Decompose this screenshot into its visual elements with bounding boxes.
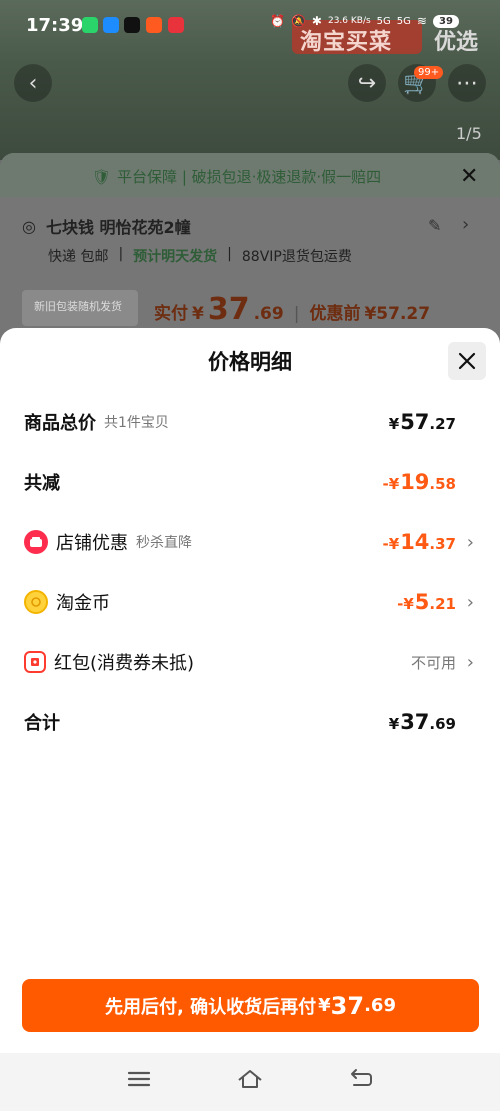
sheet-title: 价格明细 — [208, 350, 292, 374]
total-value: ¥ 57 .27 — [389, 410, 456, 434]
close-icon-back: ✕ — [460, 164, 479, 189]
vip-return: 88VIP退货包运费 — [241, 249, 352, 265]
wifi-icon: ≋ — [416, 14, 427, 28]
cta-yen: ¥ — [318, 995, 331, 1016]
status-time: 17:39 — [26, 15, 84, 36]
image-pager: 1/5 — [456, 124, 482, 143]
reduce-label: 共减 — [24, 473, 60, 494]
mute-icon: 🔕 — [290, 14, 306, 28]
status-bar: 17:39 ⏰ 🔕 ✱ 23.6 KB/s 5G 5G ≋ 39 — [0, 0, 500, 50]
chevron-right-icon: › — [466, 651, 474, 673]
ship-method: 快递 包邮 — [48, 249, 109, 265]
paid-summary: 实付 ¥ 37 .69 | 优惠前 ¥57.27 — [154, 292, 431, 327]
total-label: 商品总价 — [24, 413, 96, 434]
menu-icon[interactable] — [126, 1068, 152, 1094]
row-sum: 合计 ¥ 37 .69 — [24, 702, 476, 742]
reduce-yen: ¥ — [388, 475, 400, 493]
more-icon[interactable]: ⋯ — [448, 64, 486, 102]
wechat-icon — [82, 17, 98, 33]
paid-label: 实付 — [154, 304, 188, 324]
total-int: 57 — [400, 410, 430, 434]
total-yen: ¥ — [388, 415, 400, 433]
net-speed: 23.6 KB/s — [327, 16, 371, 26]
coin-dec: .21 — [429, 595, 456, 613]
sum-int: 37 — [400, 710, 430, 734]
before-label: 优惠前 — [309, 304, 361, 324]
shop-icon — [24, 530, 48, 554]
sum-label: 合计 — [24, 713, 60, 734]
share-icon[interactable]: ↪ — [348, 64, 386, 102]
chevron-right-icon: › — [462, 214, 470, 235]
shop-yen: ¥ — [388, 535, 400, 553]
coin-value: - ¥ 5 .21 — [397, 590, 456, 614]
status-right: ⏰ 🔕 ✱ 23.6 KB/s 5G 5G ≋ 39 — [270, 14, 459, 28]
back-nav-icon[interactable] — [348, 1068, 374, 1094]
app-icon-2 — [168, 17, 184, 33]
bluetooth-icon: ✱ — [311, 14, 322, 28]
sum-yen: ¥ — [388, 715, 400, 733]
shield-icon: 🛡 — [92, 167, 112, 186]
total-dec: .27 — [429, 415, 456, 433]
total-sub: 共1件宝贝 — [104, 415, 169, 431]
paid-int: 37 — [207, 292, 250, 327]
pay-later-button[interactable]: 先用后付, 确认收货后再付 ¥ 37 .69 — [22, 979, 479, 1032]
signal-5g-2: 5G — [396, 15, 411, 27]
shop-int: 14 — [400, 530, 430, 554]
sum-dec: .69 — [429, 715, 456, 733]
signal-5g-1: 5G — [376, 15, 391, 27]
before-value: ¥57.27 — [364, 304, 431, 324]
shop-dec: .37 — [429, 535, 456, 553]
paid-yen: ¥ — [192, 304, 204, 324]
ship-time: 预计明天发货 — [133, 249, 218, 265]
tiktok-icon — [124, 17, 140, 33]
battery-level: 39 — [432, 14, 459, 28]
sum-value: ¥ 37 .69 — [389, 710, 456, 734]
row-taojinbi[interactable]: 淘金币 - ¥ 5 .21 › — [24, 582, 476, 622]
row-total-reduce: 共减 - ¥ 19 .58 — [24, 462, 476, 502]
coin-int: 5 — [414, 590, 430, 614]
row-total-price: 商品总价 共1件宝贝 ¥ 57 .27 — [24, 402, 476, 442]
back-icon[interactable]: ‹ — [14, 64, 52, 102]
taobao-icon — [146, 17, 162, 33]
address-text: 七块钱 明怡花苑2幢 — [45, 218, 191, 237]
guarantee-label: 平台保障 | 破损包退·极速退款·假一赔四 — [117, 168, 382, 186]
close-icon — [458, 352, 476, 370]
red-packet-icon — [24, 651, 46, 673]
location-icon: ◎ — [22, 216, 36, 236]
redpack-label: 红包(消费券未抵) — [54, 653, 195, 674]
alarm-icon: ⏰ — [270, 14, 285, 28]
cart-badge: 99+ — [414, 66, 444, 79]
shop-label: 店铺优惠 — [56, 533, 128, 554]
reduce-value: - ¥ 19 .58 — [383, 470, 456, 494]
address-row: ◎ 七块钱 明怡花苑2幢 — [22, 214, 191, 238]
shop-sub: 秒杀直降 — [136, 535, 192, 551]
reduce-dec: .58 — [429, 475, 456, 493]
cta-text: 先用后付, 确认收货后再付 — [105, 996, 317, 1018]
reduce-int: 19 — [400, 470, 430, 494]
coin-yen: ¥ — [403, 595, 414, 613]
promo-label: 新旧包装随机发货 — [34, 300, 122, 313]
coin-icon — [24, 590, 48, 614]
cta-dec: .69 — [364, 995, 396, 1016]
cta-int: 37 — [330, 991, 365, 1020]
app-icon — [103, 17, 119, 33]
shop-value: - ¥ 14 .37 — [383, 530, 456, 554]
chevron-right-icon: › — [466, 531, 474, 553]
guarantee-text: 🛡 平台保障 | 破损包退·极速退款·假一赔四 — [92, 166, 381, 187]
redpack-status: 不可用 — [410, 653, 456, 672]
row-red-packet[interactable]: 红包(消费券未抵) 不可用 › — [24, 642, 476, 682]
paid-dec: .69 — [253, 304, 284, 324]
coin-label: 淘金币 — [56, 593, 110, 614]
row-shop-discount[interactable]: 店铺优惠 秒杀直降 - ¥ 14 .37 › — [24, 522, 476, 562]
edit-icon: ✎ — [428, 216, 442, 235]
home-icon[interactable] — [236, 1068, 264, 1094]
chevron-right-icon: › — [466, 591, 474, 613]
shipping-info: 快递 包邮 | 预计明天发货 | 88VIP退货包运费 — [48, 246, 352, 265]
close-button[interactable] — [448, 342, 486, 380]
